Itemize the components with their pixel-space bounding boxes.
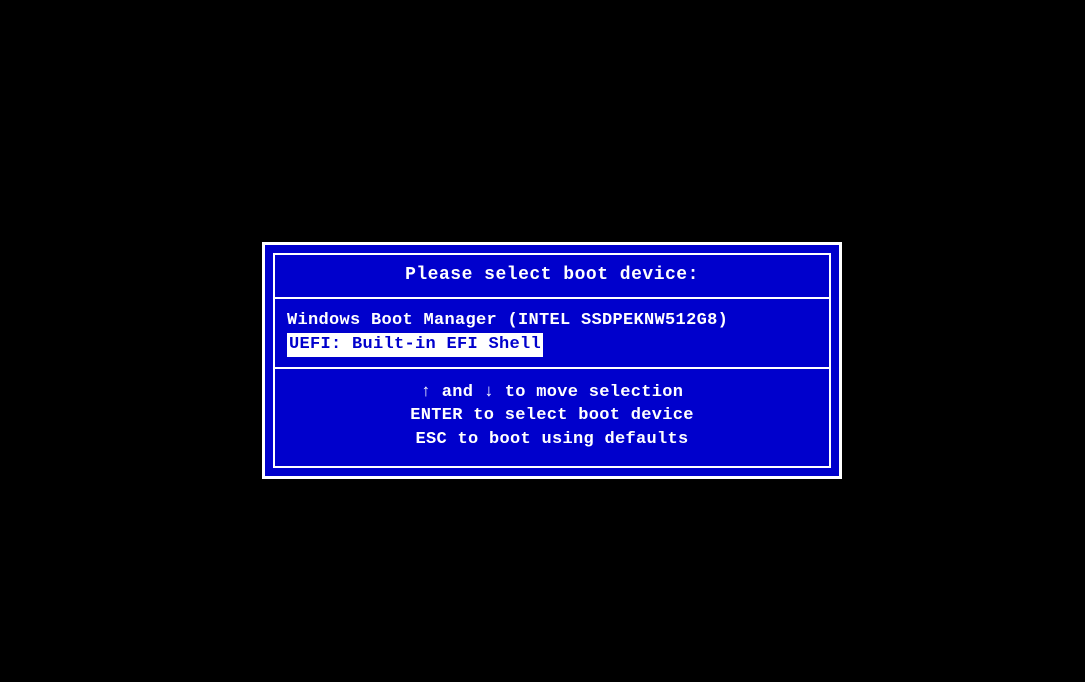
dialog-inner-border: Please select boot device: Windows Boot …	[273, 253, 831, 468]
boot-option-uefi-shell[interactable]: UEFI: Built-in EFI Shell	[287, 333, 543, 357]
dialog-title-section: Please select boot device:	[275, 255, 829, 299]
help-section: ↑ and ↓ to move selection ENTER to selec…	[275, 369, 829, 466]
down-arrow-icon: ↓	[484, 383, 495, 402]
help-line-esc: ESC to boot using defaults	[275, 428, 829, 452]
boot-option-windows[interactable]: Windows Boot Manager (INTEL SSDPEKNW512G…	[287, 311, 728, 330]
boot-options-list[interactable]: Windows Boot Manager (INTEL SSDPEKNW512G…	[275, 299, 829, 369]
up-arrow-icon: ↑	[421, 383, 432, 402]
dialog-title: Please select boot device:	[405, 265, 699, 285]
help-text-and: and	[431, 383, 484, 402]
help-line-navigation: ↑ and ↓ to move selection	[275, 381, 829, 405]
boot-option-row[interactable]: Windows Boot Manager (INTEL SSDPEKNW512G…	[287, 309, 817, 333]
help-line-enter: ENTER to select boot device	[275, 404, 829, 428]
help-text-move: to move selection	[494, 383, 683, 402]
boot-device-dialog: Please select boot device: Windows Boot …	[262, 242, 842, 479]
boot-option-row[interactable]: UEFI: Built-in EFI Shell	[287, 333, 817, 357]
